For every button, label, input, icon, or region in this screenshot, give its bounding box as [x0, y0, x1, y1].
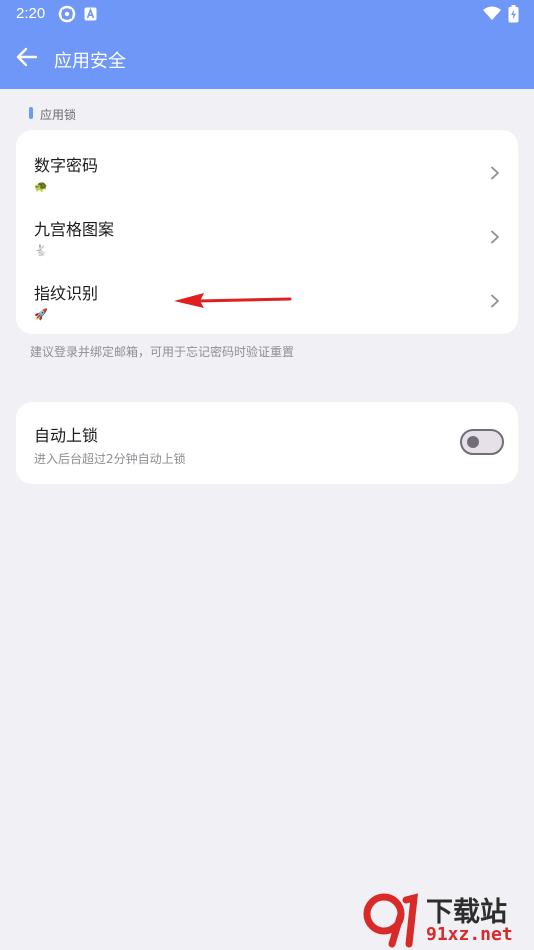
status-time: 2:20 — [16, 5, 46, 22]
chevron-right-icon — [491, 230, 499, 244]
auto-lock-card[interactable]: 自动上锁 进入后台超过2分钟自动上锁 — [16, 402, 518, 484]
hint-text: 建议登录并绑定邮箱，可用于忘记密码时验证重置 — [30, 345, 295, 359]
watermark-url: 91xz.net — [426, 924, 513, 945]
status-bar: 2:20 — [0, 0, 534, 28]
watermark-logo-icon — [363, 893, 419, 948]
turtle-icon: 🐢 — [34, 180, 48, 193]
section-label: 应用锁 — [40, 108, 77, 122]
rabbit-icon: 🐇 — [34, 244, 48, 257]
sync-icon — [58, 5, 76, 23]
red-arrow-icon — [174, 293, 292, 308]
auto-lock-title: 自动上锁 — [34, 426, 99, 445]
chevron-right-icon — [491, 294, 499, 308]
toggle-knob — [467, 436, 479, 448]
lock-item-pattern[interactable]: 九宫格图案 🐇 — [16, 200, 518, 264]
lock-item-title: 数字密码 — [34, 156, 99, 175]
arrow-left-icon[interactable] — [12, 42, 42, 72]
app-bar: 应用安全 — [0, 28, 534, 89]
lock-item-title: 指纹识别 — [34, 284, 99, 303]
lock-item-title: 九宫格图案 — [34, 220, 115, 239]
watermark: 下载站 91xz.net — [362, 888, 534, 950]
page-title: 应用安全 — [54, 51, 126, 72]
chevron-right-icon — [491, 166, 499, 180]
rocket-icon: 🚀 — [34, 308, 48, 321]
lock-item-digital-password[interactable]: 数字密码 🐢 — [16, 136, 518, 200]
a-box-icon — [84, 7, 97, 21]
wifi-icon — [483, 6, 501, 20]
section-indicator — [29, 107, 33, 119]
auto-lock-toggle[interactable] — [460, 429, 504, 455]
battery-charging-icon — [508, 5, 519, 23]
auto-lock-subtitle: 进入后台超过2分钟自动上锁 — [34, 452, 186, 466]
